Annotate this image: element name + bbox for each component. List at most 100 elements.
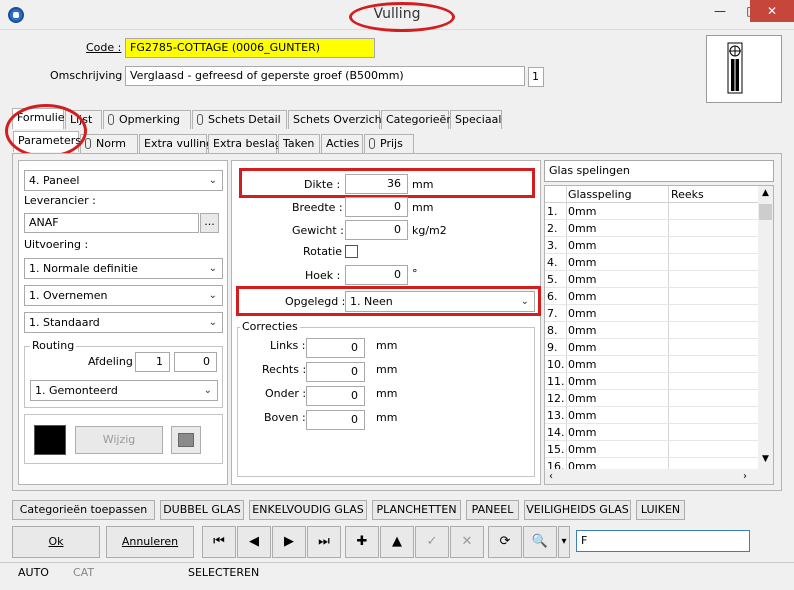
standaard-select[interactable]: 1. Standaard ⌄ [24,312,223,333]
table-row[interactable]: 3. 0mm [545,237,758,254]
find-icon[interactable]: 🔍 [523,526,557,558]
leverancier-browse-button[interactable]: ... [200,213,219,233]
onder-field[interactable]: 0 [306,386,365,406]
categorieen-toepassen-button[interactable]: Categorieën toepassen [12,500,155,520]
category-dubbel-glas[interactable]: DUBBEL GLAS [160,500,244,520]
boven-field[interactable]: 0 [306,410,365,430]
category-planchetten[interactable]: PLANCHETTEN [372,500,461,520]
tab-extra-vulling[interactable]: Extra vulling [139,134,213,153]
category-veiligheids-glas[interactable]: VEILIGHEIDS GLAS [524,500,631,520]
links-unit: mm [376,339,398,352]
glasspeling-value: 0mm [568,205,597,218]
chevron-down-icon: ⌄ [208,263,217,274]
close-button[interactable]: ✕ [750,0,794,22]
onder-label: Onder : [265,387,307,400]
breedte-field[interactable]: 0 [345,197,408,217]
row-number: 15. [547,443,565,456]
rechts-field[interactable]: 0 [306,362,365,382]
glasspeling-value: 0mm [568,426,597,439]
table-row[interactable]: 15. 0mm [545,441,758,458]
code-field[interactable]: FG2785-COTTAGE (0006_GUNTER) [125,38,375,58]
next-record-icon[interactable]: ▶ [272,526,306,558]
table-row[interactable]: 6. 0mm [545,288,758,305]
tab-parameters[interactable]: Parameters [13,131,81,152]
opgelegd-select[interactable]: 1. Neen ⌄ [345,291,535,312]
uitvoering-select[interactable]: 1. Normale definitie ⌄ [24,258,223,279]
tab-schets-overzicht[interactable]: Schets Overzicht [288,110,386,129]
scroll-left-icon[interactable]: ‹ [549,469,553,484]
ok-button[interactable]: Ok [12,526,100,558]
refresh-icon[interactable]: ⟳ [488,526,522,558]
tab-formulier[interactable]: Formulier [12,108,69,129]
leverancier-field[interactable]: ANAF [24,213,199,233]
row-number: 12. [547,392,565,405]
links-field[interactable]: 0 [306,338,365,358]
table-row[interactable]: 9. 0mm [545,339,758,356]
tab-categorieen[interactable]: Categorieën [381,110,453,129]
scroll-up-icon[interactable]: ▲ [758,186,773,201]
table-row[interactable]: 14. 0mm [545,424,758,441]
tab-acties[interactable]: Acties [321,134,363,153]
table-row[interactable]: 10. 0mm [545,356,758,373]
type-select[interactable]: 4. Paneel ⌄ [24,170,223,191]
scroll-thumb[interactable] [759,204,772,220]
table-row[interactable]: 4. 0mm [545,254,758,271]
add-record-icon[interactable]: ✚ [345,526,379,558]
glasspeling-value: 0mm [568,324,597,337]
first-record-icon[interactable]: ⏮ [202,526,236,558]
rotatie-checkbox[interactable] [345,245,358,258]
rechts-unit: mm [376,363,398,376]
tab-speciaal[interactable]: Speciaal [450,110,502,129]
glasspeling-value: 0mm [568,409,597,422]
status-cat: CAT [73,566,95,579]
vertical-scrollbar[interactable]: ▲ ▼ [758,186,773,469]
table-row[interactable]: 2. 0mm [545,220,758,237]
annuleren-button[interactable]: Annuleren [106,526,194,558]
search-input[interactable]: F [576,530,750,552]
minimize-button[interactable]: — [704,0,736,22]
category-luiken[interactable]: LUIKEN [636,500,685,520]
tab-schets-detail[interactable]: Schets Detail [192,110,287,129]
scroll-down-icon[interactable]: ▼ [758,452,773,467]
confirm-icon[interactable]: ✓ [415,526,449,558]
category-enkelvoudig-glas[interactable]: ENKELVOUDIG GLAS [249,500,367,520]
previous-record-icon[interactable]: ◀ [237,526,271,558]
category-paneel[interactable]: PANEEL [466,500,519,520]
table-row[interactable]: 12. 0mm [545,390,758,407]
table-row[interactable]: 1. 0mm [545,203,758,220]
paperclip-icon [197,114,203,125]
table-row[interactable]: 5. 0mm [545,271,758,288]
table-row[interactable]: 11. 0mm [545,373,758,390]
table-row[interactable]: 7. 0mm [545,305,758,322]
tab-prijs[interactable]: Prijs [364,134,414,153]
breedte-label: Breedte : [292,201,343,214]
tab-lijst[interactable]: Lijst [65,110,102,129]
omschrijving-field[interactable]: Verglaasd - gefreesd of geperste groef (… [125,66,525,86]
wijzig-button[interactable]: Wijzig [75,426,163,454]
horizontal-scrollbar[interactable]: ‹ › [545,469,773,484]
tab-extra-beslag[interactable]: Extra beslag [208,134,282,153]
chevron-down-icon: ⌄ [208,290,217,301]
tab-taken[interactable]: Taken [278,134,320,153]
paperclip-icon [108,114,114,125]
hoek-field[interactable]: 0 [345,265,408,285]
row-number: 5. [547,273,558,286]
afdeling-field-1[interactable]: 1 [135,352,170,372]
find-menu-icon[interactable]: ▾ [558,526,570,558]
last-record-icon[interactable]: ⏭ [307,526,341,558]
routing-select[interactable]: 1. Gemonteerd ⌄ [30,380,218,401]
scroll-right-icon[interactable]: › [743,469,747,484]
tab-norm[interactable]: Norm [80,134,138,153]
table-row[interactable]: 8. 0mm [545,322,758,339]
gewicht-label: Gewicht : [292,224,344,237]
afdeling-field-2[interactable]: 0 [174,352,217,372]
move-up-icon[interactable]: ▲ [380,526,414,558]
dikte-field[interactable]: 36 [345,174,408,194]
overnemen-select[interactable]: 1. Overnemen ⌄ [24,285,223,306]
table-row[interactable]: 13. 0mm [545,407,758,424]
routing-label: Routing [30,339,77,352]
gewicht-field[interactable]: 0 [345,220,408,240]
tab-opmerking[interactable]: Opmerking [103,110,191,129]
cancel-icon[interactable]: ✕ [450,526,484,558]
color-picker-button[interactable] [171,426,201,454]
